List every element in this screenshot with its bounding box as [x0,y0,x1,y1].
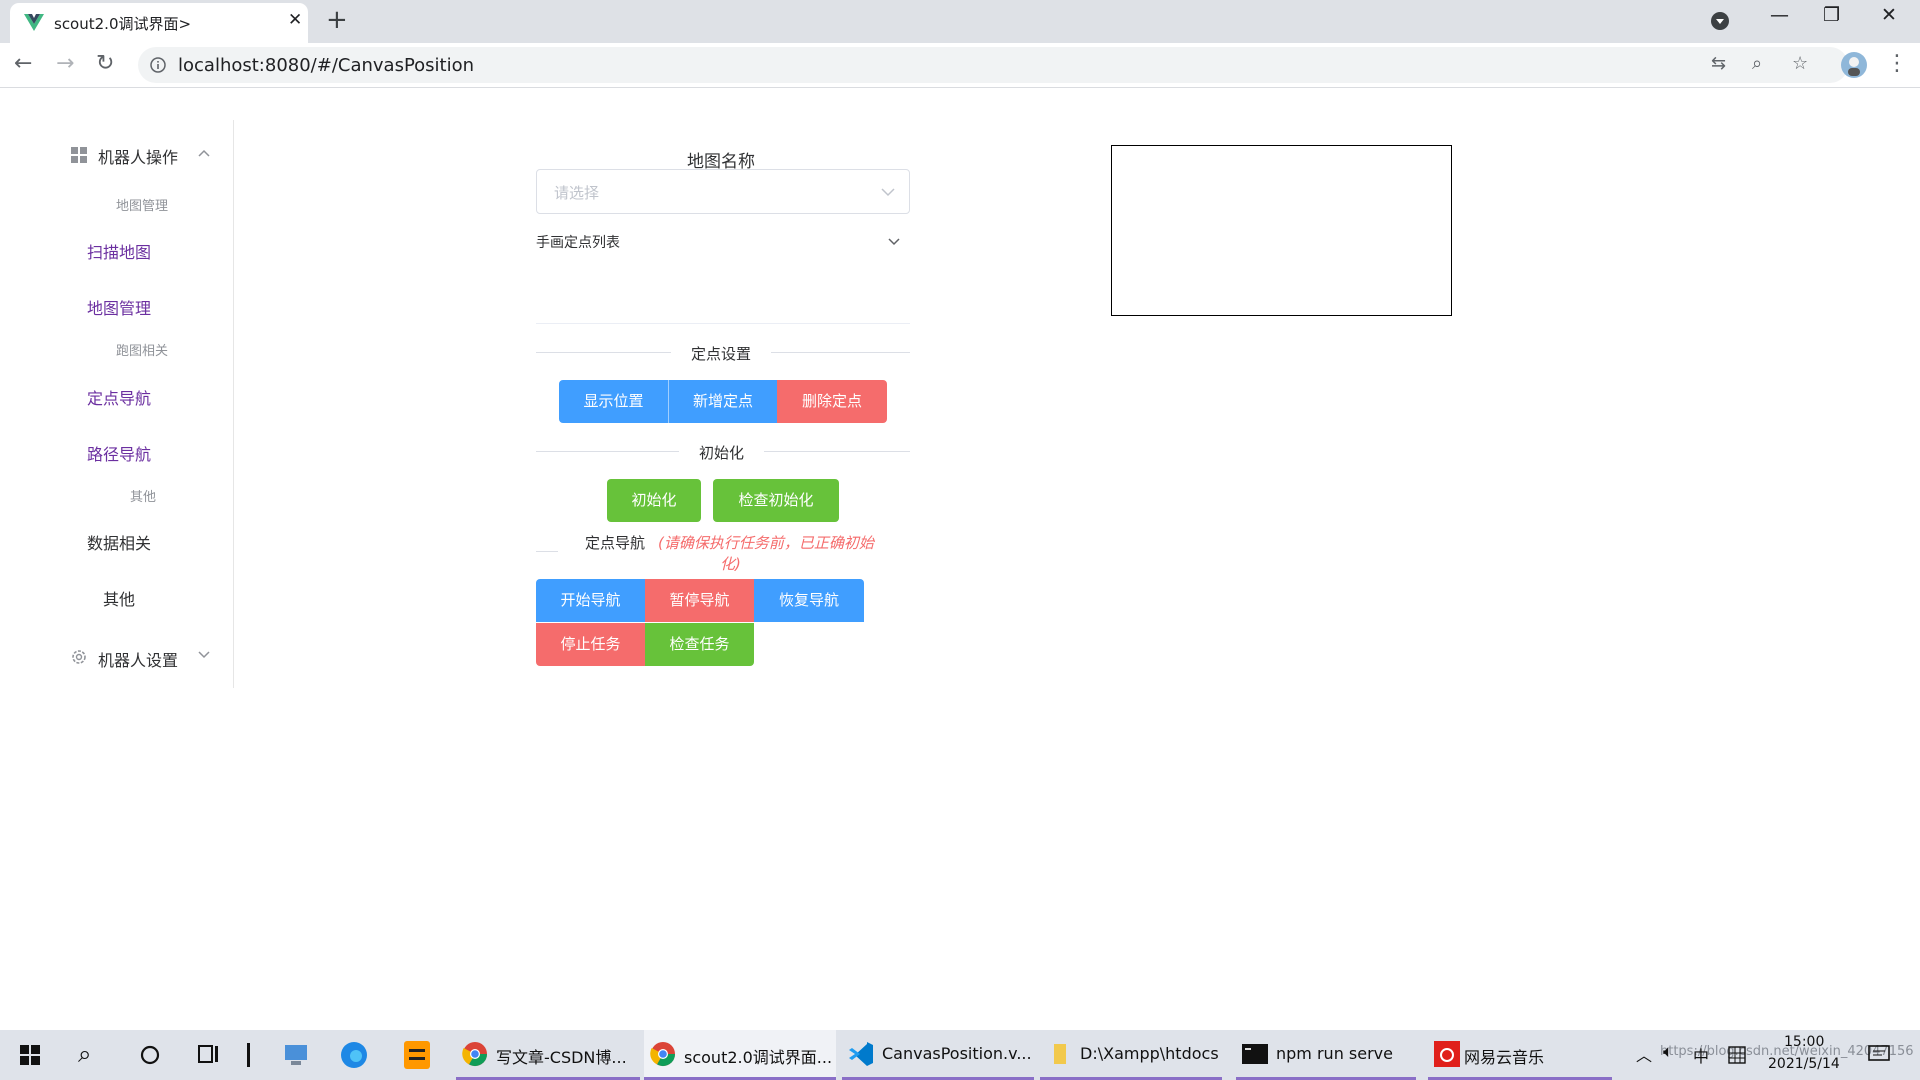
gear-icon [72,650,86,664]
taskbar-app-label: 网易云音乐 [1464,1048,1545,1067]
taskbar-app-terminal[interactable]: npm run serve [1236,1030,1416,1080]
maximize-button[interactable]: ❐ [1823,4,1840,26]
url-text: localhost:8080/#/CanvasPosition [178,55,475,76]
init-button[interactable]: 初始化 [607,479,701,522]
taskbar-app-label: D:\Xampp\htdocs [1080,1044,1219,1063]
taskbar-app-vscode[interactable]: CanvasPosition.v... [842,1030,1034,1080]
clock-time[interactable]: 15:00 [1784,1034,1824,1050]
close-window-button[interactable]: ✕ [1881,4,1897,26]
tray-chevron-up-icon[interactable]: ︿ [1636,1042,1652,1066]
collapse-arrow-icon[interactable] [888,238,900,246]
vscode-icon [849,1042,873,1066]
nav-title: 定点导航 [585,534,646,552]
pause-nav-button[interactable]: 暂停导航 [645,579,754,622]
edge-icon[interactable] [340,1041,368,1069]
select-arrow-icon[interactable] [881,187,895,197]
browser-toolbar: ← → ↻ localhost:8080/#/CanvasPosition ⇆ … [0,43,1920,88]
windows-start-icon[interactable] [20,1045,40,1065]
profile-dropdown-icon[interactable] [1711,12,1729,30]
reload-icon[interactable]: ↻ [96,51,114,76]
nav-note-line2: 化) [720,555,741,573]
taskbar-app-label: npm run serve [1276,1044,1393,1063]
taskbar-app-music[interactable]: 网易云音乐 [1428,1030,1612,1080]
sidebar-item-point-nav[interactable]: 定点导航 [87,385,151,409]
taskbar-app-csdn[interactable]: 写文章-CSDN博... [456,1030,640,1080]
show-position-button[interactable]: 显示位置 [559,380,668,423]
stop-task-button[interactable]: 停止任务 [536,623,645,666]
collapse-title: 手画定点列表 [536,235,620,251]
divider-init-label: 初始化 [679,442,765,463]
divider-line [247,1043,250,1067]
taskbar-app-label: scout2.0调试界面... [684,1048,833,1067]
minimize-button[interactable]: — [1770,4,1789,26]
task-view-icon[interactable] [198,1044,220,1064]
sidebar-item-path-nav[interactable]: 路径导航 [87,441,151,465]
check-init-button[interactable]: 检查初始化 [713,479,839,522]
browser-tab-bar: scout2.0调试界面> ✕ + — ❐ ✕ [0,0,1920,43]
back-icon[interactable]: ← [14,51,32,76]
taskbar: ⌕ 写文章-CSDN博... scout2.0调试界面... CanvasPos… [0,1030,1920,1080]
taskbar-app-explorer[interactable]: D:\Xampp\htdocs [1040,1030,1222,1080]
translate-icon[interactable]: ⇆ [1711,53,1726,74]
browser-tab[interactable]: scout2.0调试界面> ✕ [10,3,308,43]
vue-logo-icon [24,14,44,31]
site-info-icon[interactable] [150,57,166,73]
sidebar-item-scan-map[interactable]: 扫描地图 [87,239,151,263]
map-canvas[interactable] [1111,145,1452,316]
search-icon[interactable]: ⌕ [78,1040,91,1068]
avatar[interactable] [1840,51,1868,79]
map-select[interactable]: 请选择 [536,169,910,214]
nav-note-line1: (请确保执行任务前，已正确初始 [658,534,874,552]
check-task-button[interactable]: 检查任务 [645,623,754,666]
chrome-icon [462,1042,487,1067]
bookmark-star-icon[interactable]: ☆ [1792,53,1808,74]
ime-indicator[interactable]: 中 [1693,1043,1709,1067]
chrome-icon [650,1042,675,1067]
terminal-icon [1242,1044,1268,1064]
map-select-placeholder: 请选择 [554,184,600,202]
menu-group-run: 跑图相关 [116,344,169,359]
volume-icon[interactable]: 🔈︎ [1663,1042,1673,1062]
chevron-up-icon[interactable] [198,149,210,157]
folder-icon [1054,1044,1066,1064]
new-tab-button[interactable]: + [326,5,348,35]
cortana-icon[interactable] [140,1045,160,1065]
menu-group-map-mgmt: 地图管理 [116,199,169,214]
add-point-button[interactable]: 新增定点 [668,380,777,423]
grid-icon [71,147,87,163]
submenu-robot-ops[interactable]: 机器人操作 [98,144,178,168]
divider-points-label: 定点设置 [671,343,772,364]
zoom-icon[interactable]: ⌕ [1752,53,1762,74]
delete-point-button[interactable]: 删除定点 [777,380,887,423]
collapse-point-list[interactable]: 手画定点列表 [536,228,910,324]
clock-date[interactable]: 2021/5/14 [1768,1056,1840,1072]
tab-close-icon[interactable]: ✕ [288,10,302,30]
forward-icon[interactable]: → [56,51,74,76]
sidebar-item-data[interactable]: 数据相关 [87,530,151,554]
chevron-down-icon[interactable] [198,651,210,659]
netease-music-icon [1434,1041,1460,1067]
address-bar[interactable]: localhost:8080/#/CanvasPosition ⇆ ⌕ ☆ [138,47,1848,83]
menu-kebab-icon[interactable]: ⋮ [1886,51,1908,76]
taskbar-app-label: CanvasPosition.v... [882,1044,1032,1063]
sidebar-item-other[interactable]: 其他 [103,586,135,610]
submenu-robot-settings[interactable]: 机器人设置 [98,647,178,671]
menu-group-other: 其他 [130,490,157,505]
keyboard-grid-icon[interactable] [1728,1046,1746,1064]
divider-line [536,551,558,552]
notification-icon[interactable] [1868,1044,1890,1066]
resume-nav-button[interactable]: 恢复导航 [754,579,864,622]
taskbar-app-label: 写文章-CSDN博... [496,1048,627,1067]
sublime-text-icon[interactable] [404,1041,430,1069]
tab-title: scout2.0调试界面> [54,15,192,33]
start-nav-button[interactable]: 开始导航 [536,579,645,622]
sidebar-item-map-mgmt[interactable]: 地图管理 [87,295,151,319]
file-explorer-pc-icon[interactable] [282,1041,310,1069]
taskbar-app-scout[interactable]: scout2.0调试界面... [644,1030,836,1080]
